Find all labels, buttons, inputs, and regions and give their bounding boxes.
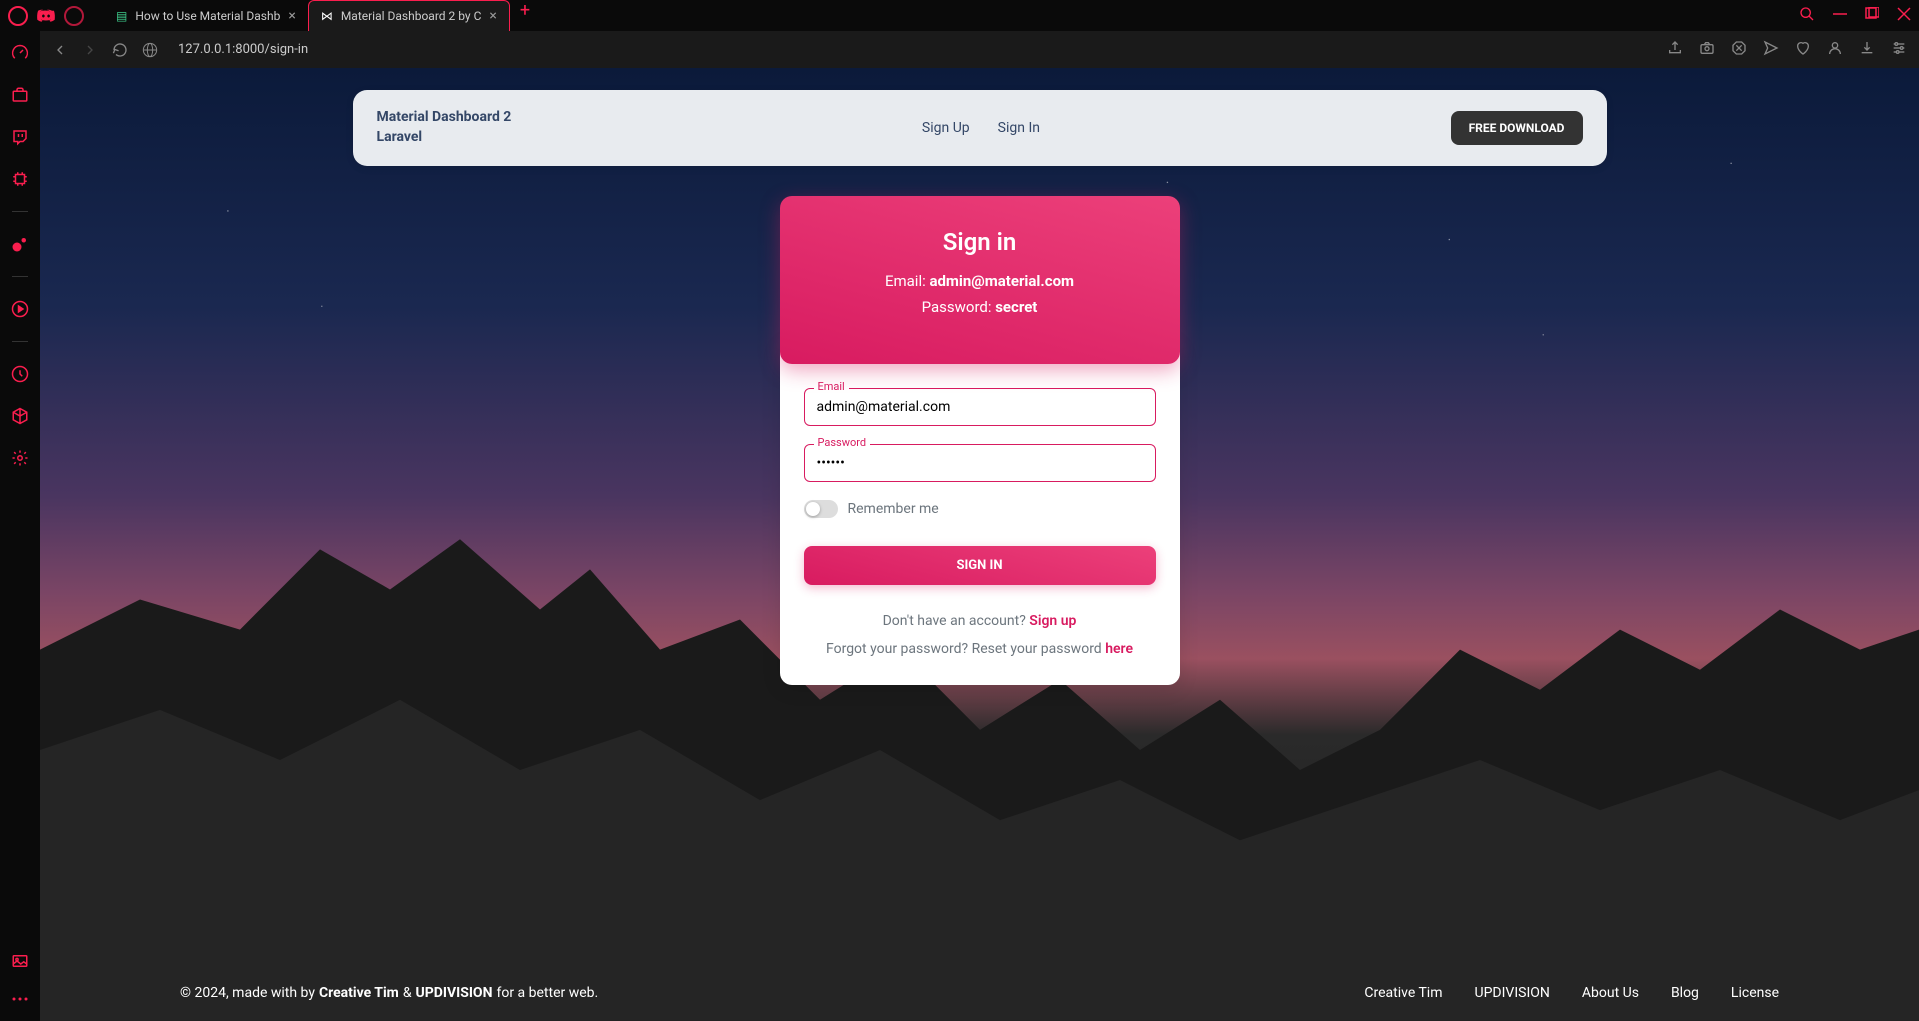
heart-icon[interactable] [1795, 40, 1811, 60]
opera-secondary-icon[interactable] [64, 6, 84, 26]
brand-line2: Laravel [377, 128, 512, 148]
brand-line1: Material Dashboard 2 [377, 108, 512, 128]
forgot-text: Forgot your password? Reset your passwor… [804, 641, 1156, 657]
tab-favicon: ▤ [116, 9, 127, 23]
gear-icon[interactable] [10, 448, 30, 468]
browser-addressbar: 127.0.0.1:8000/sign-in [40, 31, 1919, 68]
nav-signup[interactable]: Sign Up [922, 120, 970, 136]
divider [12, 276, 28, 277]
brand[interactable]: Material Dashboard 2 Laravel [377, 108, 512, 147]
remember-label: Remember me [848, 501, 939, 517]
maximize-icon[interactable] [1865, 6, 1879, 25]
footer-link-about[interactable]: About Us [1582, 985, 1639, 1001]
no-account-text: Don't have an account? Sign up [804, 613, 1156, 629]
password-label: Password [814, 436, 871, 449]
remember-row: Remember me [804, 500, 1156, 518]
email-group: Email [804, 388, 1156, 426]
send-icon[interactable] [1763, 40, 1779, 60]
card-body: Email Password Remember me SIGN IN Don't… [780, 340, 1180, 685]
close-icon[interactable]: × [489, 8, 496, 24]
speed-dial-icon[interactable] [10, 43, 30, 63]
divider [12, 211, 28, 212]
new-tab-button[interactable]: + [510, 0, 540, 31]
chip-icon[interactable] [10, 169, 30, 189]
minimize-icon[interactable] [1833, 6, 1847, 25]
search-icon[interactable] [1799, 6, 1815, 26]
download-button[interactable]: FREE DOWNLOAD [1451, 111, 1583, 145]
footer-link-license[interactable]: License [1731, 985, 1779, 1001]
cube-icon[interactable] [10, 406, 30, 426]
footer-link-blog[interactable]: Blog [1671, 985, 1699, 1001]
forward-icon [82, 42, 98, 58]
site-info-icon[interactable] [142, 42, 158, 58]
tab-title: How to Use Material Dashb [135, 9, 280, 23]
signup-link[interactable]: Sign up [1029, 613, 1076, 629]
download-icon[interactable] [1859, 40, 1875, 60]
opera-logo-icon[interactable] [8, 6, 28, 26]
briefcase-icon[interactable] [10, 85, 30, 105]
browser-tab-0[interactable]: ▤ How to Use Material Dashb × [104, 0, 308, 31]
hint-email: Email: admin@material.com [804, 272, 1156, 290]
footer-link-updivision[interactable]: UPDIVISION [1475, 985, 1550, 1001]
play-icon[interactable] [10, 299, 30, 319]
image-icon[interactable] [10, 951, 30, 971]
email-field[interactable] [804, 388, 1156, 426]
card-header: Sign in Email: admin@material.com Passwo… [780, 196, 1180, 364]
discord-icon[interactable] [36, 6, 56, 26]
divider [12, 341, 28, 342]
page-viewport: Material Dashboard 2 Laravel Sign Up Sig… [40, 68, 1919, 1021]
pinned-icon[interactable] [10, 234, 30, 254]
more-icon[interactable] [10, 989, 30, 1009]
back-icon[interactable] [52, 42, 68, 58]
email-label: Email [814, 380, 849, 393]
page-header: Material Dashboard 2 Laravel Sign Up Sig… [353, 90, 1607, 166]
signin-card: Sign in Email: admin@material.com Passwo… [780, 196, 1180, 685]
nav-signin[interactable]: Sign In [998, 120, 1040, 136]
remember-toggle[interactable] [804, 500, 838, 518]
signin-title: Sign in [804, 228, 1156, 256]
browser-titlebar: ▤ How to Use Material Dashb × ⋈ Material… [0, 0, 1919, 31]
adblock-icon[interactable] [1731, 40, 1747, 60]
settings-icon[interactable] [1891, 40, 1907, 60]
browser-tabs: ▤ How to Use Material Dashb × ⋈ Material… [104, 0, 540, 31]
copyright: © 2024, made with by Creative Tim & UPDI… [180, 985, 598, 1001]
close-window-icon[interactable] [1897, 6, 1911, 25]
reload-icon[interactable] [112, 42, 128, 58]
close-icon[interactable]: × [288, 8, 295, 24]
browser-sidebar [0, 31, 40, 1021]
hint-password: Password: secret [804, 298, 1156, 316]
url-text[interactable]: 127.0.0.1:8000/sign-in [178, 42, 308, 57]
signin-button[interactable]: SIGN IN [804, 546, 1156, 585]
footer-updivision[interactable]: UPDIVISION [416, 985, 493, 1001]
snapshot-icon[interactable] [1699, 40, 1715, 60]
password-field[interactable] [804, 444, 1156, 482]
browser-tab-1[interactable]: ⋈ Material Dashboard 2 by C × [308, 0, 510, 31]
share-icon[interactable] [1667, 40, 1683, 60]
password-group: Password [804, 444, 1156, 482]
tab-favicon: ⋈ [321, 9, 333, 23]
history-icon[interactable] [10, 364, 30, 384]
footer-creative-tim[interactable]: Creative Tim [319, 985, 399, 1001]
footer-link-creative-tim[interactable]: Creative Tim [1364, 985, 1442, 1001]
profile-icon[interactable] [1827, 40, 1843, 60]
reset-here-link[interactable]: here [1105, 641, 1133, 657]
page-footer: © 2024, made with by Creative Tim & UPDI… [40, 985, 1919, 1001]
tab-title: Material Dashboard 2 by C [341, 9, 482, 23]
twitch-icon[interactable] [10, 127, 30, 147]
